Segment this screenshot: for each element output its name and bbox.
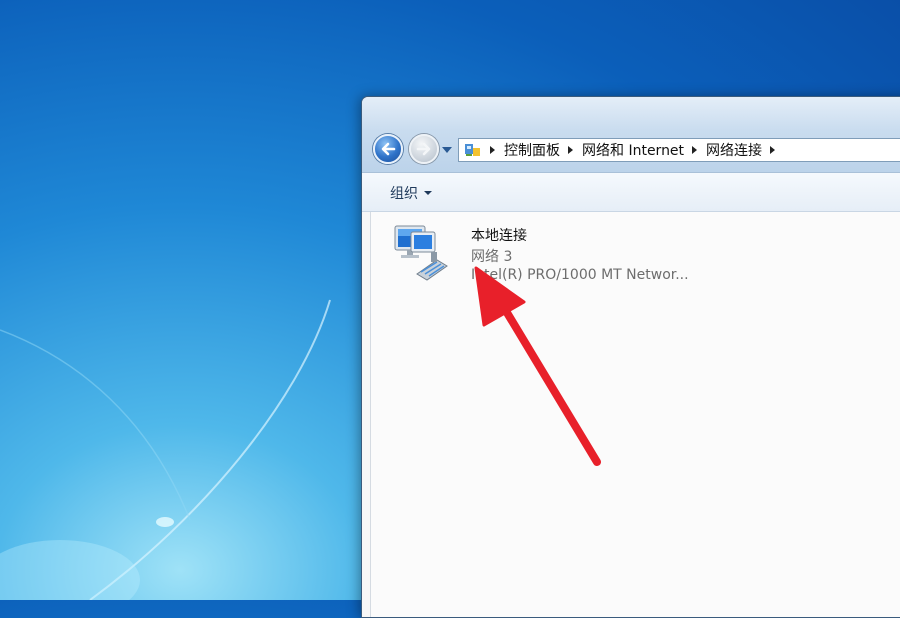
list-item[interactable]: 本地连接 网络 3 Intel(R) PRO/1000 MT Networ... (391, 222, 711, 286)
breadcrumb-separator-icon[interactable] (770, 146, 776, 154)
history-dropdown-icon[interactable] (442, 147, 452, 153)
forward-button[interactable] (409, 134, 439, 164)
breadcrumb-network-connections[interactable]: 网络连接 (706, 140, 762, 160)
control-panel-icon (464, 142, 482, 158)
forward-arrow-icon (416, 142, 431, 156)
organize-label: 组织 (390, 186, 418, 202)
command-bar: 组织 (362, 173, 900, 212)
chevron-down-icon (424, 191, 432, 195)
connection-adapter: Intel(R) PRO/1000 MT Networ... (471, 267, 689, 283)
breadcrumb-network-internet[interactable]: 网络和 Internet (582, 140, 684, 160)
network-connections-window: 控制面板 网络和 Internet 网络连接 组织 本地连接 网络 3 Inte… (361, 96, 900, 618)
window-header: 控制面板 网络和 Internet 网络连接 (362, 97, 900, 173)
back-button[interactable] (373, 134, 403, 164)
breadcrumb-separator-icon[interactable] (490, 146, 495, 154)
back-arrow-icon (381, 142, 396, 156)
organize-button[interactable]: 组织 (390, 183, 432, 203)
breadcrumb-control-panel[interactable]: 控制面板 (504, 140, 560, 160)
network-adapter-icon (394, 225, 448, 281)
breadcrumb-separator-icon[interactable] (692, 146, 698, 154)
connections-list: 本地连接 网络 3 Intel(R) PRO/1000 MT Networ... (370, 212, 900, 617)
connection-network: 网络 3 (471, 249, 513, 265)
address-bar[interactable]: 控制面板 网络和 Internet 网络连接 (458, 138, 900, 162)
connection-name: 本地连接 (471, 228, 527, 244)
breadcrumb-separator-icon[interactable] (568, 146, 573, 154)
